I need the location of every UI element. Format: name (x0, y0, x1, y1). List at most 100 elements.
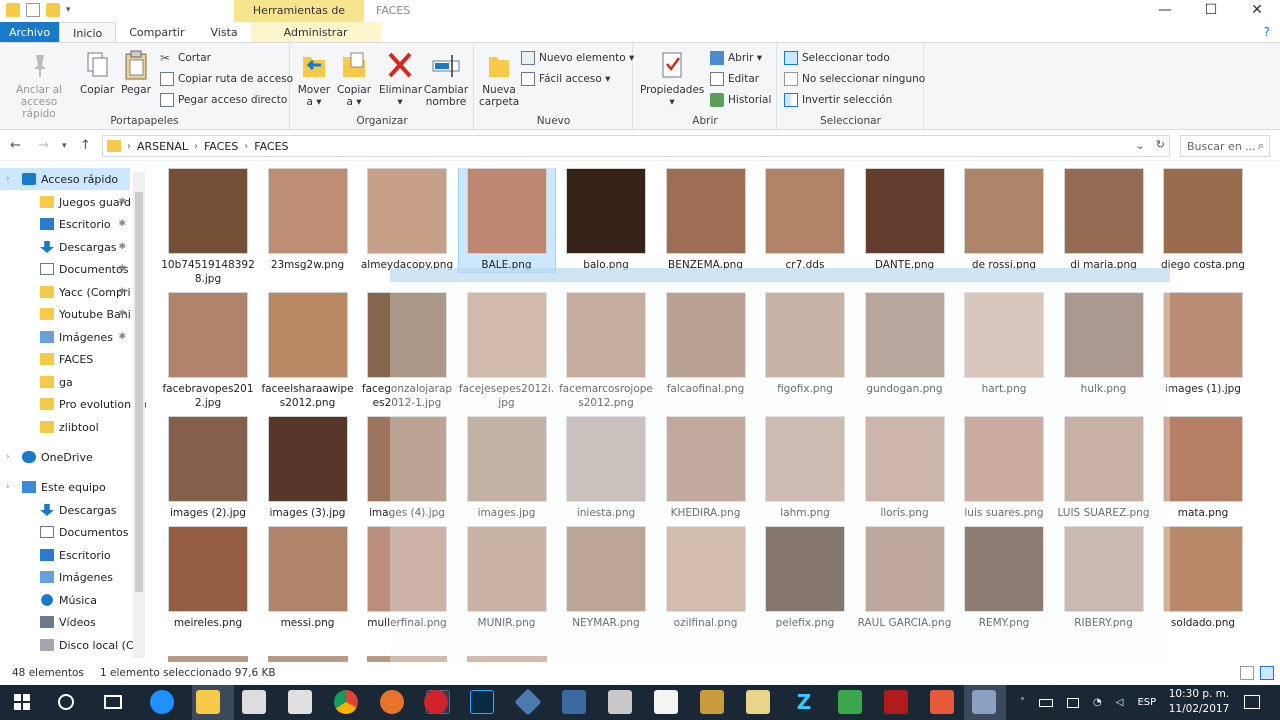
sidebar-item[interactable]: Juegos guard ✱ (0, 191, 131, 213)
file-item[interactable]: luis suares.png (956, 416, 1052, 520)
file-item[interactable]: NEYMAR.png (558, 526, 654, 630)
help-icon[interactable]: ? (1264, 25, 1270, 39)
sidebar-item[interactable]: Documentos (0, 521, 130, 543)
file-item-partial[interactable] (367, 656, 447, 662)
invert-selection-button[interactable]: Invertir selección (784, 93, 892, 107)
breadcrumb-arsenal[interactable]: ARSENAL (137, 140, 188, 153)
file-item[interactable]: cr7.dds (757, 168, 853, 272)
rename-button[interactable]: Cambiar nombre (423, 49, 469, 108)
file-item[interactable]: KHEDIRA.png (658, 416, 754, 520)
file-item[interactable]: facejesepes2012i.jpg (459, 292, 555, 410)
file-item[interactable]: iniesta.png (558, 416, 654, 520)
delete-button[interactable]: Eliminar ▾ (379, 49, 422, 108)
file-item-partial[interactable] (267, 656, 348, 662)
battery-icon[interactable] (1039, 698, 1053, 707)
navigation-pane-scrollbar[interactable] (133, 172, 145, 658)
easy-access-button[interactable]: Fácil acceso ▾ (521, 72, 610, 86)
open-button[interactable]: Abrir ▾ (710, 51, 762, 65)
file-item[interactable]: facebravopes2012.jpg (160, 292, 256, 410)
file-item[interactable]: DANTE.png (857, 168, 953, 272)
recent-chevron-icon[interactable]: ▾ (62, 141, 67, 151)
file-item[interactable]: messi.png (260, 526, 356, 630)
sidebar-item[interactable]: Descargas (0, 499, 130, 521)
file-item[interactable]: pelefix.png (757, 526, 853, 630)
file-item[interactable]: soldado.png (1155, 526, 1251, 630)
paste-button[interactable]: Pegar (118, 49, 154, 96)
wifi-icon[interactable]: ◔ (1093, 697, 1102, 708)
file-item[interactable]: LUIS SUAREZ.png (1056, 416, 1152, 520)
minimize-button[interactable]: — (1142, 0, 1188, 22)
file-item[interactable]: facegonzalojarapes2012-1.jpg (359, 292, 455, 410)
file-item-partial[interactable] (466, 656, 547, 662)
sidebar-item[interactable]: zlibtool (0, 416, 130, 438)
monitor-icon[interactable] (1067, 697, 1079, 708)
copy-button[interactable]: Copiar (78, 49, 116, 96)
sidebar-item[interactable]: Imágenes ✱ (0, 326, 130, 348)
pdf-reader-icon[interactable] (884, 690, 908, 714)
sidebar-item[interactable]: › OneDrive (0, 446, 130, 468)
file-item[interactable]: BENZEMA.png (658, 168, 754, 272)
breadcrumb-faces-parent[interactable]: FACES (204, 140, 238, 153)
new-item-button[interactable]: Nuevo elemento ▾ (521, 51, 634, 65)
start-windows-icon[interactable] (14, 694, 30, 710)
file-item[interactable]: diego costa.png (1155, 168, 1251, 272)
image-editor-icon[interactable] (972, 690, 996, 714)
new-folder-icon[interactable] (46, 3, 60, 17)
cortana-icon[interactable] (58, 694, 74, 710)
back-arrow-icon[interactable]: ← (10, 138, 21, 153)
sidebar-item[interactable]: Escritorio (0, 544, 130, 566)
file-item[interactable]: images (1).jpg (1155, 292, 1251, 396)
sidebar-item[interactable]: Youtube Bani ✱ (0, 303, 131, 325)
copy-path-button[interactable]: Copiar ruta de acceso (160, 72, 293, 86)
file-item[interactable]: balo.png (558, 168, 654, 272)
chevron-right-icon[interactable]: › (6, 482, 10, 492)
input-language[interactable]: ESP (1137, 697, 1156, 708)
file-item[interactable]: lloris.png (857, 416, 953, 520)
file-item[interactable]: ozilfinal.png (658, 526, 754, 630)
paste-shortcut-button[interactable]: Pegar acceso directo (160, 93, 287, 107)
z-app-icon[interactable]: Z (792, 690, 816, 714)
file-item[interactable]: 23msg2w.png (260, 168, 356, 272)
clock[interactable]: 10:30 p. m. 11/02/2017 (1166, 687, 1232, 717)
sidebar-item[interactable]: Música (0, 589, 130, 611)
app-diamond-icon[interactable] (514, 688, 542, 716)
scrollbar-thumb[interactable] (135, 192, 143, 592)
pin-quick-access-button[interactable]: Anclar al acceso rápido (4, 49, 74, 120)
photo-app-icon[interactable] (608, 690, 632, 714)
file-item[interactable]: hulk.png (1056, 292, 1152, 396)
excel-tool-icon[interactable] (746, 690, 770, 714)
notepad-icon[interactable] (654, 690, 678, 714)
file-item[interactable]: gundogan.png (857, 292, 953, 396)
chevron-down-icon[interactable]: ▾ (66, 3, 76, 17)
tab-home[interactable]: Inicio (59, 22, 117, 42)
edge-icon[interactable] (150, 690, 174, 714)
sidebar-item[interactable]: › Este equipo (0, 476, 130, 498)
chevron-right-icon[interactable]: › (6, 174, 10, 184)
close-button[interactable]: ✕ (1234, 0, 1280, 22)
file-item[interactable]: mullerfinal.png (359, 526, 455, 630)
tab-file[interactable]: Archivo (0, 22, 60, 42)
address-dropdown-icon[interactable]: ⌄ (1136, 139, 1145, 152)
sidebar-item[interactable]: › Acceso rápido (0, 168, 130, 190)
properties-icon[interactable] (26, 3, 40, 17)
sidebar-item[interactable]: Descargas ✱ (0, 236, 130, 258)
sidebar-item[interactable]: FACES (0, 348, 130, 370)
opera-browser-icon[interactable] (424, 690, 448, 714)
task-view-icon[interactable] (104, 695, 122, 709)
file-item[interactable]: MUNIR.png (459, 526, 555, 630)
tab-view[interactable]: Vista (198, 22, 251, 42)
calculator-icon[interactable] (288, 690, 312, 714)
photoshop-icon[interactable] (470, 690, 494, 714)
file-item[interactable]: hart.png (956, 292, 1052, 396)
file-item[interactable]: REMY.png (956, 526, 1052, 630)
file-item[interactable]: falcaofinal.png (658, 292, 754, 396)
archive-icon[interactable] (700, 690, 724, 714)
file-item[interactable]: mata.png (1155, 416, 1251, 520)
select-all-button[interactable]: Seleccionar todo (784, 51, 890, 65)
file-item[interactable]: RIBERY.png (1056, 526, 1152, 630)
file-item[interactable]: meireles.png (160, 526, 256, 630)
large-icons-view-icon[interactable] (1260, 666, 1274, 680)
file-item[interactable]: images (3).jpg (260, 416, 356, 520)
sidebar-item[interactable]: Yacc (Compri ✱ (0, 281, 131, 303)
breadcrumb-faces[interactable]: FACES (254, 140, 288, 153)
